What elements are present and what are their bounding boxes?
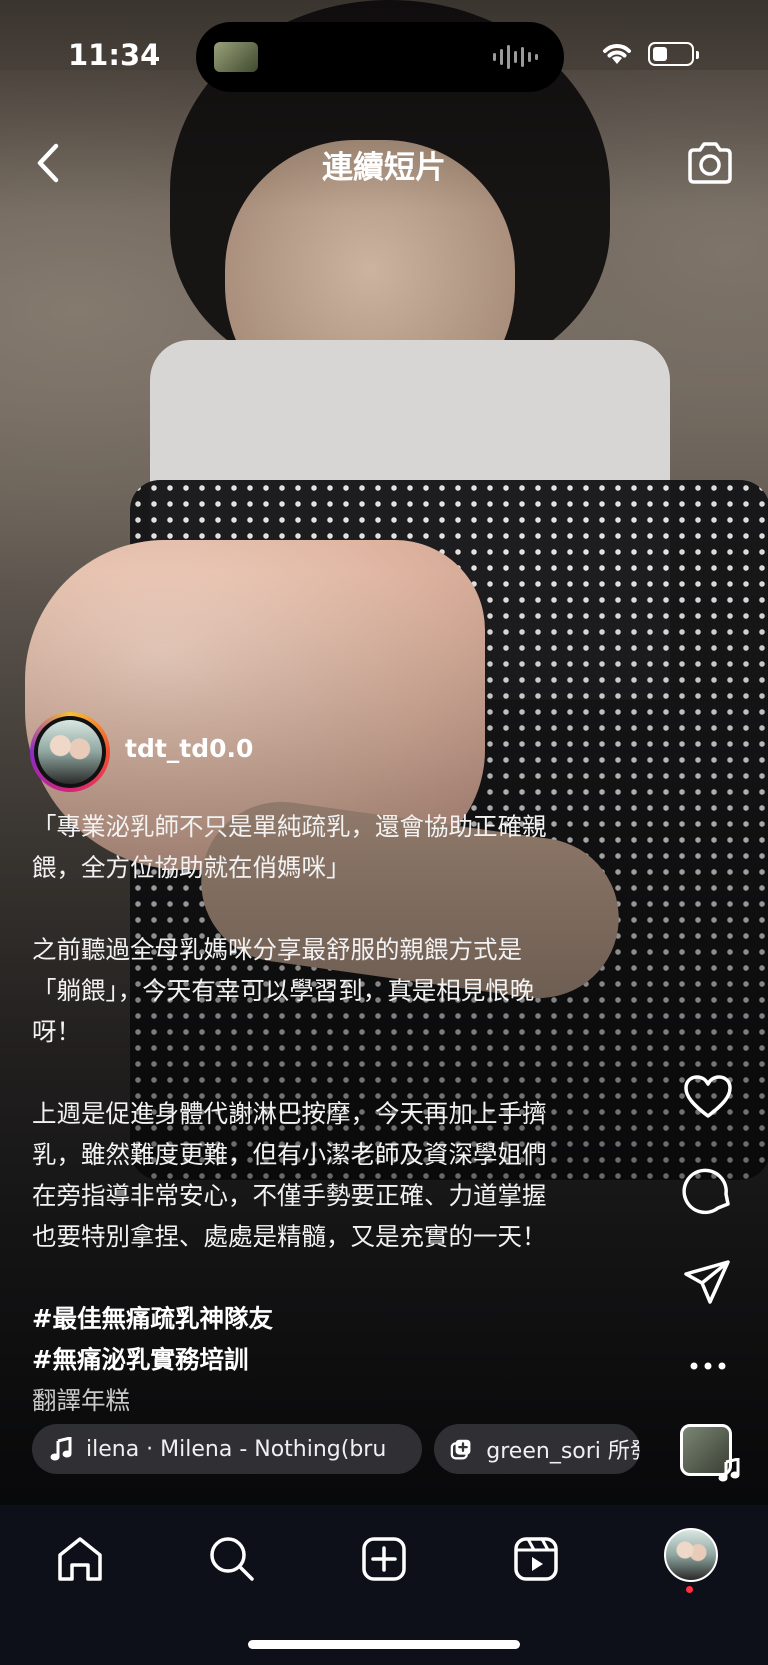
hashtag-link[interactable]: #無痛泌乳實務培訓 xyxy=(32,1339,632,1380)
music-label: ilena · Milena - Nothing(bru xyxy=(86,1436,387,1462)
collab-pill[interactable]: green_sori 所發 xyxy=(434,1424,640,1474)
status-bar: 11:34 xyxy=(0,0,768,110)
search-icon[interactable] xyxy=(206,1533,258,1585)
page-title: 連續短片 xyxy=(322,150,446,186)
caption-paragraph: 「專業泌乳師不只是單純疏乳，還會協助正確親 餵，全方位協助就在俏媽咪」 xyxy=(32,812,547,882)
caption[interactable]: 「專業泌乳師不只是單純疏乳，還會協助正確親 餵，全方位協助就在俏媽咪」 之前聽過… xyxy=(32,806,632,1421)
add-collection-icon xyxy=(450,1439,471,1460)
reels-icon[interactable] xyxy=(510,1533,562,1585)
status-time: 11:34 xyxy=(68,38,161,72)
like-button[interactable] xyxy=(682,1072,734,1124)
author-username[interactable]: tdt_td0.0 xyxy=(125,734,253,763)
caption-paragraph: 之前聽過全母乳媽咪分享最舒服的親餵方式是 「躺餵」，今天有幸可以學習到，真是相見… xyxy=(32,935,535,1046)
music-pill[interactable]: ilena · Milena - Nothing(bru xyxy=(32,1424,422,1474)
share-button[interactable] xyxy=(682,1256,734,1308)
now-playing-thumbnail xyxy=(214,42,258,72)
music-note-icon xyxy=(50,1437,72,1461)
battery-level xyxy=(653,47,667,61)
battery-icon xyxy=(648,42,699,66)
profile-avatar[interactable] xyxy=(664,1528,718,1582)
home-icon[interactable] xyxy=(54,1533,106,1585)
author-avatar[interactable] xyxy=(30,712,110,792)
collab-label: green_sori 所發 xyxy=(486,1439,640,1464)
audio-wave-icon xyxy=(493,44,538,70)
translate-link[interactable]: 翻譯年糕 xyxy=(32,1380,632,1421)
home-indicator[interactable] xyxy=(248,1640,520,1649)
dynamic-island[interactable] xyxy=(196,22,564,92)
wifi-icon xyxy=(603,44,631,64)
more-icon[interactable] xyxy=(682,1340,734,1392)
avatar-image xyxy=(38,720,102,784)
camera-icon[interactable] xyxy=(684,138,736,190)
caption-paragraph: 上週是促進身體代謝淋巴按摩，今天再加上手擠 乳，雖然難度更難，但有小潔老師及資深… xyxy=(32,1099,547,1251)
create-icon[interactable] xyxy=(358,1533,410,1585)
comment-button[interactable] xyxy=(682,1164,734,1216)
hashtag-link[interactable]: #最佳無痛疏乳神隊友 xyxy=(32,1298,632,1339)
notification-dot xyxy=(686,1586,693,1593)
music-note-icon xyxy=(718,1458,740,1482)
